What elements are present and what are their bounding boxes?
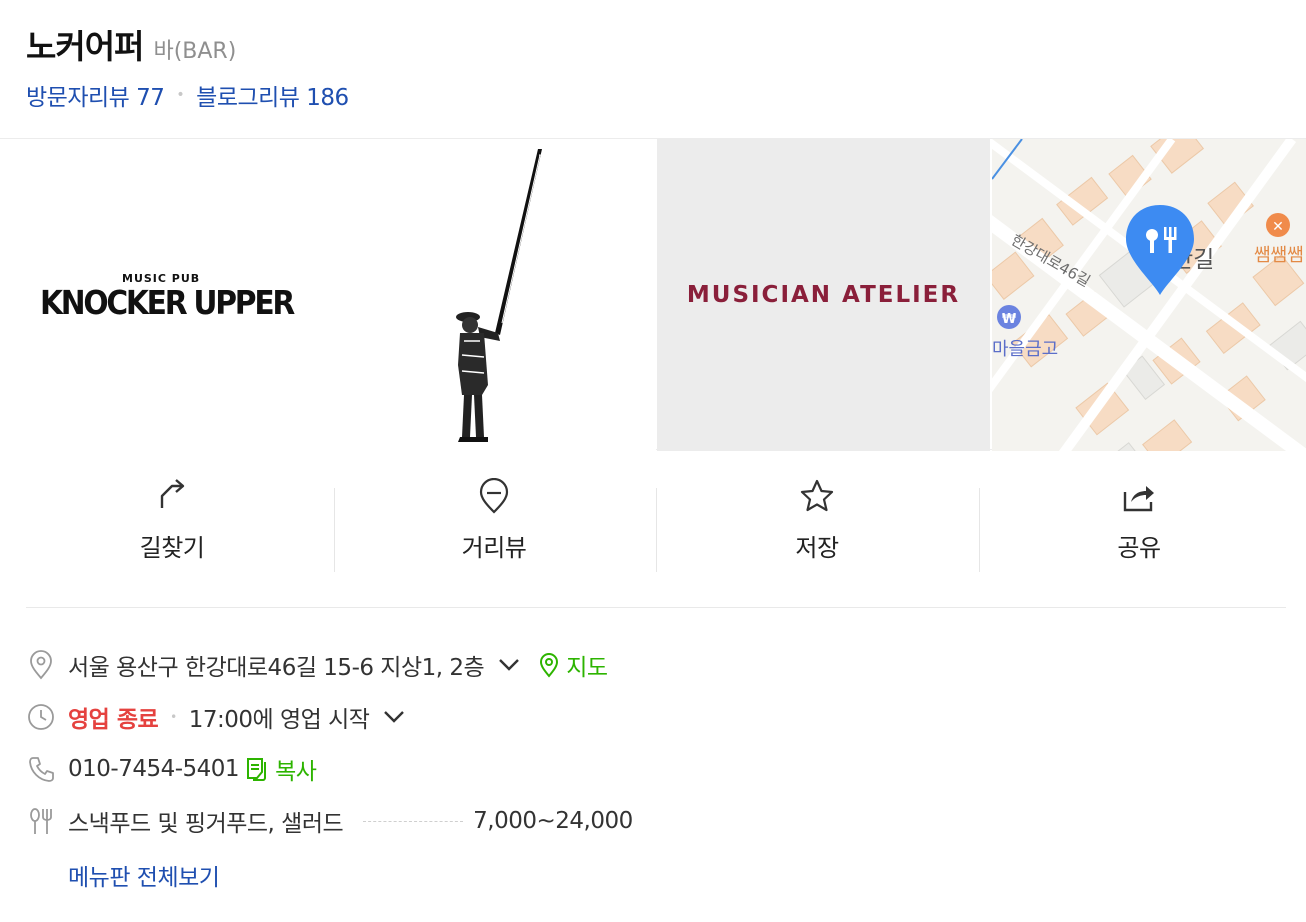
street-view-label: 거리뷰	[461, 534, 527, 562]
phone-row: 010-7454-5401 복사	[26, 752, 317, 786]
share-label: 공유	[1117, 534, 1161, 562]
star-icon	[800, 479, 834, 512]
phone-icon	[26, 754, 56, 784]
business-status: 영업 종료	[68, 707, 159, 733]
address-text: 서울 용산구 한강대로46길 15-6 지상1, 2층	[68, 655, 485, 681]
section-divider	[26, 607, 1286, 608]
location-icon	[26, 650, 56, 680]
copy-phone-button[interactable]: 복사	[245, 752, 317, 786]
action-bar: 길찾기 거리뷰 저장 공유	[0, 478, 1306, 578]
action-divider	[979, 488, 980, 572]
share-button[interactable]: 공유	[1059, 478, 1219, 578]
photo-knocker-upper[interactable]: MUSIC PUB KNOCKER UPPER	[0, 139, 656, 451]
map-thumbnail[interactable]: 한강대로46길 간길 ✕ 쌤쌤쌤 ₩ 마을금고	[992, 139, 1306, 451]
map-graphic: 한강대로46길 간길 ✕ 쌤쌤쌤 ₩ 마을금고	[992, 139, 1306, 451]
street-view-icon	[479, 478, 509, 514]
menu-leader	[363, 820, 464, 822]
utensils-icon	[26, 806, 56, 836]
full-menu-link[interactable]: 메뉴판 전체보기	[68, 858, 220, 892]
copy-label: 복사	[275, 759, 317, 785]
map-link-label: 지도	[566, 655, 608, 681]
save-label: 저장	[795, 534, 839, 562]
directions-button[interactable]: 길찾기	[92, 478, 252, 578]
logo-title: KNOCKER UPPER	[40, 283, 295, 322]
clock-icon	[26, 702, 56, 732]
hours-expand-icon[interactable]	[383, 704, 405, 730]
action-divider	[656, 488, 657, 572]
directions-label: 길찾기	[139, 534, 205, 562]
action-divider	[334, 488, 335, 572]
knocker-upper-illustration	[456, 149, 542, 442]
directions-icon	[160, 479, 185, 508]
hours-text: 17:00에 영업 시작	[188, 707, 370, 733]
address-row: 서울 용산구 한강대로46길 15-6 지상1, 2층 지도	[26, 648, 608, 682]
menu-name: 스낵푸드 및 핑거푸드, 샐러드	[68, 811, 344, 837]
save-button[interactable]: 저장	[737, 478, 897, 578]
hours-separator: •	[170, 710, 177, 724]
address-expand-icon[interactable]	[498, 652, 520, 678]
visitor-review-link[interactable]: 방문자리뷰 77	[26, 78, 165, 112]
share-icon	[1123, 486, 1154, 512]
atelier-sign-text: MUSICIAN ATELIER	[686, 282, 961, 308]
phone-number: 010-7454-5401	[68, 756, 240, 782]
photo-strip: MUSIC PUB KNOCKER UPPER MUSICIAN ATELIER	[0, 138, 1306, 451]
bank-icon: ₩	[1002, 312, 1017, 327]
hours-row: 영업 종료 • 17:00에 영업 시작	[26, 700, 405, 734]
copy-icon	[247, 758, 267, 781]
svg-text:✕: ✕	[1272, 219, 1284, 235]
place-category: 바(BAR)	[153, 39, 237, 64]
street-view-button[interactable]: 거리뷰	[414, 478, 574, 578]
map-bank-label: 마을금고	[992, 339, 1058, 360]
review-links: 방문자리뷰 77 • 블로그리뷰 186	[26, 78, 349, 112]
map-link[interactable]: 지도	[538, 648, 608, 682]
review-separator: •	[176, 87, 185, 103]
place-title: 노커어퍼	[26, 27, 144, 66]
blog-review-link[interactable]: 블로그리뷰 186	[196, 78, 349, 112]
place-header: 노커어퍼 바(BAR)	[26, 20, 236, 68]
menu-row: 스낵푸드 및 핑거푸드, 샐러드 7,000~24,000	[26, 804, 633, 838]
map-nearby-restaurant: 쌤쌤쌤	[1254, 245, 1304, 266]
photo-musician-atelier[interactable]: MUSICIAN ATELIER	[657, 139, 990, 451]
map-pin-green-icon	[540, 653, 559, 678]
menu-price: 7,000~24,000	[473, 808, 633, 834]
